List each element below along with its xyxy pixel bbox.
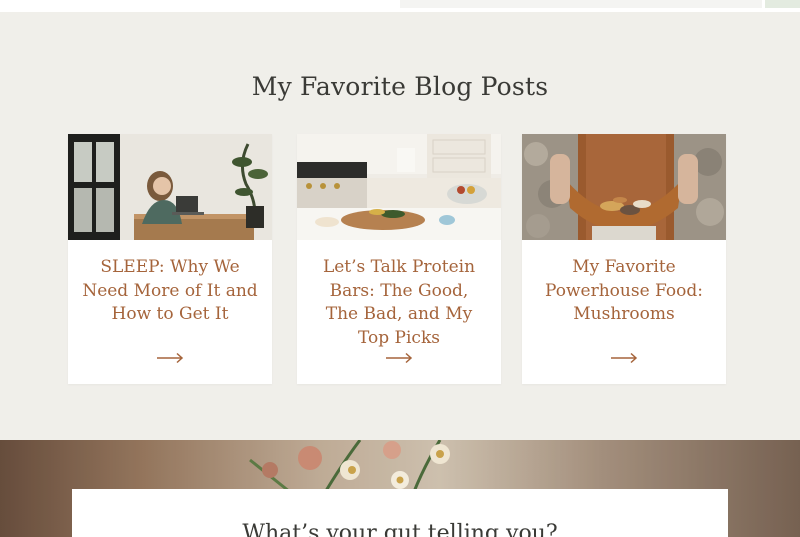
newsletter-card: What’s your gut telling you? bbox=[72, 489, 728, 537]
header-strip bbox=[0, 0, 800, 12]
header-button[interactable] bbox=[765, 0, 800, 8]
blog-post-card[interactable]: Let’s Talk Protein Bars: The Good, The B… bbox=[297, 134, 501, 384]
kitchen-counter-photo[interactable] bbox=[297, 134, 501, 240]
post-title[interactable]: Let’s Talk Protein Bars: The Good, The B… bbox=[311, 256, 487, 350]
blog-post-card[interactable]: SLEEP: Why We Need More of It and How to… bbox=[68, 134, 272, 384]
mushrooms-in-apron-photo[interactable] bbox=[522, 134, 726, 240]
post-title[interactable]: SLEEP: Why We Need More of It and How to… bbox=[82, 256, 258, 327]
header-search-bar[interactable] bbox=[400, 0, 762, 8]
blog-post-card[interactable]: My Favorite Powerhouse Food: Mushrooms bbox=[522, 134, 726, 384]
blog-posts-section: My Favorite Blog Posts SLEEP: Why We Nee… bbox=[0, 12, 800, 440]
woman-at-desk-photo[interactable] bbox=[68, 134, 272, 240]
arrow-right-icon[interactable] bbox=[610, 352, 638, 364]
arrow-right-icon[interactable] bbox=[385, 352, 413, 364]
post-title[interactable]: My Favorite Powerhouse Food: Mushrooms bbox=[536, 256, 712, 327]
arrow-right-icon[interactable] bbox=[156, 352, 184, 364]
section-title: My Favorite Blog Posts bbox=[251, 72, 549, 101]
newsletter-heading: What’s your gut telling you? bbox=[242, 521, 558, 537]
newsletter-section: What’s your gut telling you? bbox=[0, 440, 800, 537]
